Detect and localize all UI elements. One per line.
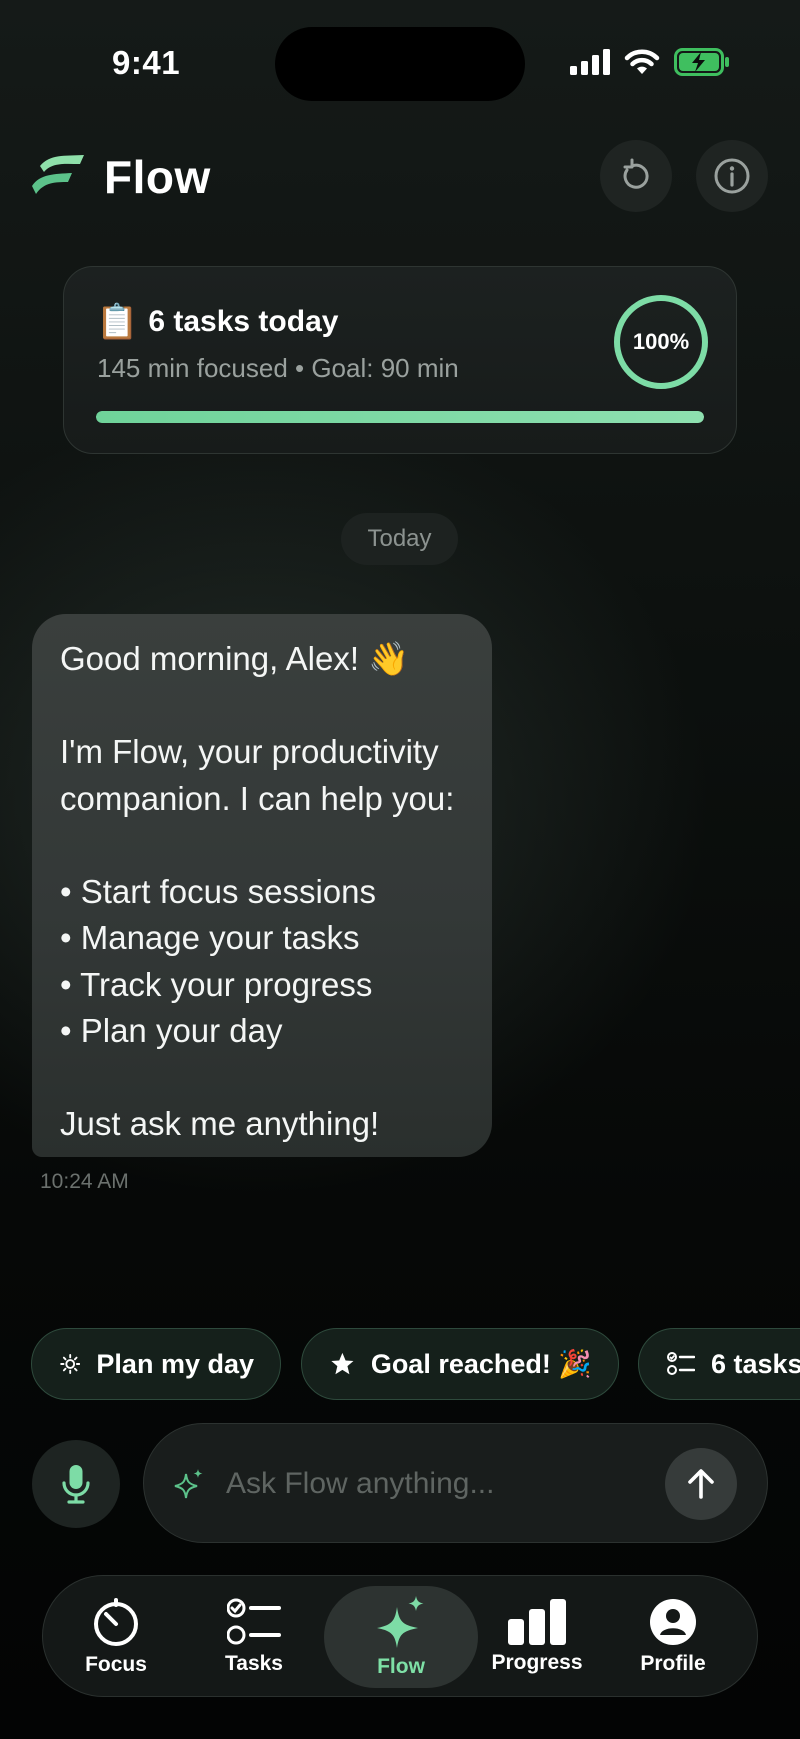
- chat-input[interactable]: [226, 1460, 646, 1508]
- person-icon: [650, 1599, 696, 1645]
- message-line: • Manage your tasks: [60, 919, 360, 956]
- message-line: [60, 822, 464, 869]
- quick-action-label: Goal reached! 🎉: [370, 1349, 592, 1379]
- dynamic-island: [275, 27, 525, 101]
- checklist-icon: [227, 1598, 281, 1645]
- summary-subtitle: 145 min focused • Goal: 90 min: [97, 353, 459, 383]
- checklist-icon: [667, 1352, 695, 1375]
- status-time: 9:41: [112, 44, 181, 81]
- app-title: Flow: [104, 151, 211, 203]
- tab-label: Tasks: [225, 1652, 283, 1675]
- message-line: [60, 683, 464, 730]
- arrow-up-icon: [688, 1469, 714, 1499]
- message-line: [60, 1055, 464, 1102]
- tab-progress[interactable]: Progress: [472, 1576, 602, 1698]
- sparkle-icon: [174, 1469, 203, 1499]
- bar-chart-icon: [508, 1599, 566, 1645]
- sun-icon: [60, 1354, 81, 1374]
- tab-tasks[interactable]: Tasks: [189, 1576, 319, 1698]
- mic-icon: [62, 1465, 90, 1504]
- progress-percent: 100%: [632, 329, 690, 354]
- clipboard-icon: 📋: [96, 303, 139, 341]
- message-timestamp: 10:24 AM: [40, 1170, 129, 1193]
- message-line: • Start focus sessions: [60, 872, 377, 910]
- message-line: • Track your progress: [60, 965, 373, 1003]
- info-button[interactable]: [696, 140, 768, 212]
- tab-focus[interactable]: Focus: [51, 1576, 181, 1698]
- quick-action-label: Plan my day: [96, 1348, 254, 1379]
- refresh-button[interactable]: [600, 140, 672, 212]
- goal-progress-fill: [96, 411, 704, 423]
- tab-profile[interactable]: Profile: [608, 1576, 738, 1698]
- voice-input-button[interactable]: [32, 1440, 120, 1528]
- flow-logo-icon: [32, 155, 84, 194]
- quick-action-label: 6 tasks: [711, 1348, 800, 1379]
- send-button[interactable]: [665, 1448, 737, 1520]
- assistant-message-bubble: Good morning, Alex! 👋 I'm Flow, your prod…: [32, 614, 492, 1157]
- quick-action-goal-reached[interactable]: Goal reached! 🎉: [301, 1328, 619, 1400]
- message-composer[interactable]: [143, 1423, 768, 1543]
- date-divider: Today: [341, 513, 458, 565]
- summary-title-row: 📋 6 tasks today: [96, 305, 338, 339]
- refresh-icon: [623, 158, 649, 189]
- tab-label: Profile: [640, 1652, 706, 1675]
- message-line: Good morning, Alex! 👋: [60, 640, 410, 677]
- message-line: I'm Flow, your productivity: [60, 733, 439, 770]
- tab-flow[interactable]: Flow: [336, 1576, 466, 1698]
- wifi-icon: [624, 49, 660, 74]
- tab-bar: Focus Tasks Flow Progress Profile: [42, 1575, 758, 1697]
- star-icon: [331, 1352, 354, 1375]
- signal-icon: [570, 49, 610, 75]
- message-line: • Plan your day: [60, 1012, 283, 1049]
- tab-label: Flow: [377, 1655, 425, 1678]
- status-icons: [570, 48, 730, 76]
- message-line: companion. I can help you:: [60, 779, 455, 817]
- summary-title: 6 tasks today: [148, 305, 339, 338]
- battery-icon: [674, 48, 729, 76]
- quick-action-tasks[interactable]: 6 tasks: [638, 1328, 800, 1400]
- goal-progress-bar: [96, 411, 704, 423]
- message-line: Just ask me anything!: [60, 1105, 380, 1142]
- tab-label: Progress: [491, 1651, 583, 1674]
- quick-action-plan-my-day[interactable]: Plan my day: [31, 1328, 281, 1400]
- daily-summary-card[interactable]: 📋 6 tasks today 145 min focused • Goal: …: [63, 266, 737, 454]
- info-icon: [714, 158, 750, 194]
- tab-label: Focus: [85, 1653, 147, 1676]
- sparkles-icon: [377, 1596, 424, 1648]
- timer-icon: [94, 1598, 138, 1646]
- app-screen: 9:41 Flow 📋 6 tasks today 145 min focuse…: [0, 0, 800, 1739]
